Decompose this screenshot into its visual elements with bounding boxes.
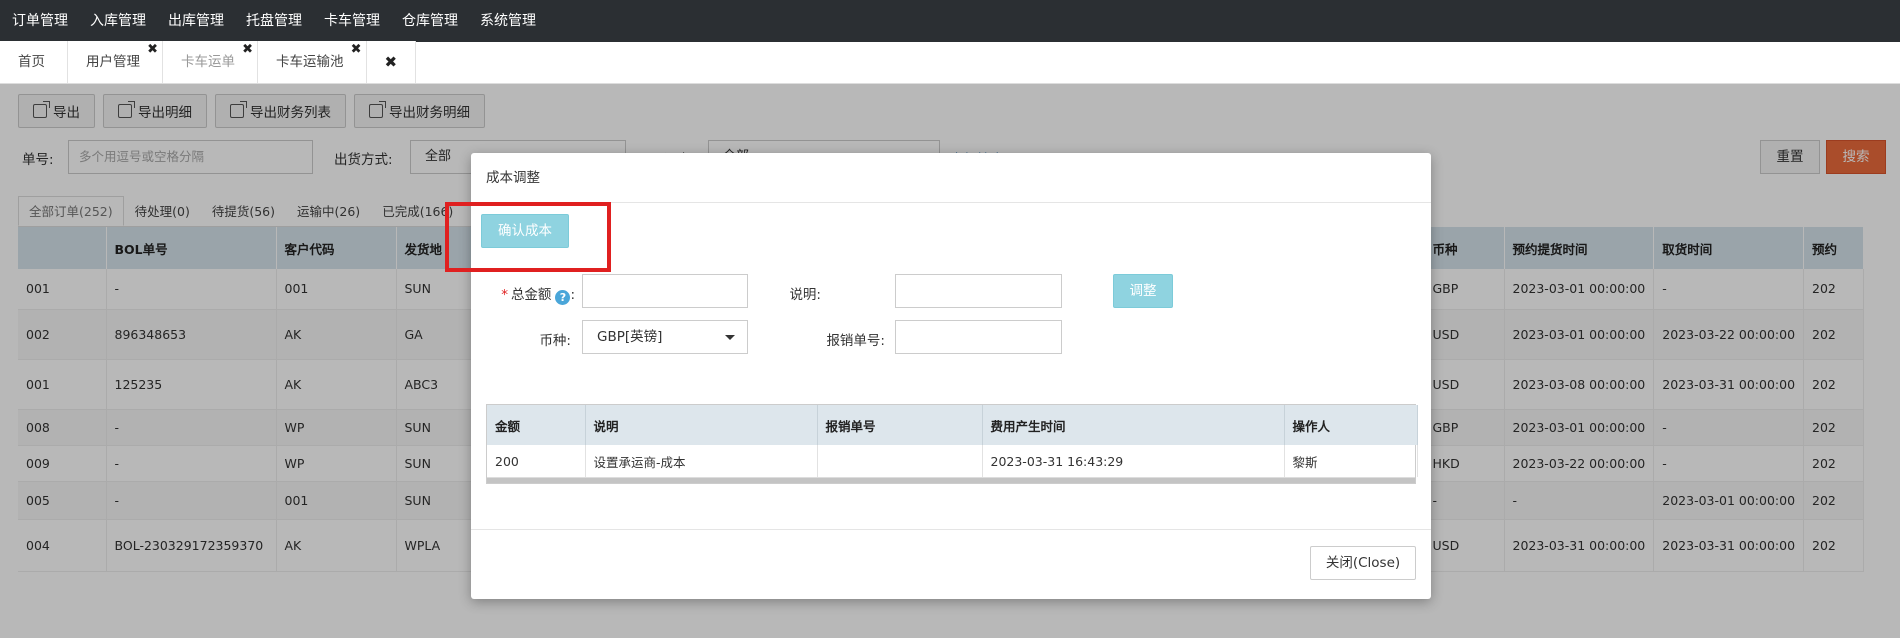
close-icon[interactable]: ✖ [147, 29, 158, 71]
tab-strip: 首页 用户管理 ✖ 卡车运单 ✖ 卡车运输池 ✖ ✖ [0, 41, 1900, 84]
column-header: 费用产生时间 [982, 405, 1285, 445]
dialog-title: 成本调整 [471, 153, 1431, 203]
column-header: 操作人 [1284, 405, 1418, 445]
tab-label: 用户管理 [86, 54, 140, 70]
description-label: 说明: [789, 287, 821, 303]
tab-item[interactable]: 卡车运单 ✖ [163, 41, 258, 83]
expense-no-input[interactable] [895, 320, 1062, 354]
table-cell [817, 445, 983, 477]
nav-item[interactable]: 出库管理 [160, 0, 238, 42]
nav-item[interactable]: 订单管理 [4, 0, 82, 42]
table-cell: 200 [487, 445, 586, 477]
close-all-tabs-icon[interactable]: ✖ [366, 41, 417, 83]
table-cell: 黎斯 [1284, 445, 1418, 477]
cost-adjust-dialog: 成本调整 确认成本 * 总金额?: 说明: 调整 币种: GBP[英镑] 报销单号… [445, 153, 1431, 599]
tab-label: 首页 [18, 54, 45, 70]
required-asterisk: * [501, 287, 508, 303]
currency-select[interactable]: GBP[英镑] [582, 320, 748, 354]
nav-item[interactable]: 仓库管理 [394, 0, 472, 42]
help-icon[interactable]: ? [555, 290, 571, 305]
column-header: 报销单号 [817, 405, 983, 445]
tab-item[interactable]: 首页 [0, 41, 68, 83]
total-amount-text: 总金额 [510, 287, 552, 303]
table-cell: 设置承运商-成本 [585, 445, 818, 477]
expense-no-label: 报销单号: [826, 333, 885, 349]
currency-value: GBP[英镑] [597, 329, 663, 345]
currency-label: 币种: [539, 333, 571, 349]
chevron-down-icon [725, 335, 735, 340]
confirm-cost-button[interactable]: 确认成本 [481, 214, 569, 248]
total-amount-label: * 总金额?: [501, 287, 575, 305]
column-header: 金额 [487, 405, 586, 445]
table-cell: 2023-03-31 16:43:29 [982, 445, 1285, 477]
table-row[interactable]: 200 设置承运商-成本 2023-03-31 16:43:29 黎斯 [487, 445, 1418, 477]
tab-label: 卡车运输池 [276, 54, 344, 70]
tab-item[interactable]: 卡车运输池 ✖ [258, 41, 367, 83]
close-button[interactable]: 关闭(Close) [1310, 546, 1416, 580]
dialog-footer: 关闭(Close) [471, 529, 1431, 599]
close-icon[interactable]: ✖ [351, 29, 362, 71]
adjust-button[interactable]: 调整 [1113, 274, 1173, 308]
close-icon[interactable]: ✖ [242, 29, 253, 71]
horizontal-scrollbar[interactable] [487, 477, 1415, 483]
column-header: 说明 [585, 405, 818, 445]
nav-item[interactable]: 系统管理 [472, 0, 550, 42]
top-nav: 订单管理 入库管理 出库管理 托盘管理 卡车管理 仓库管理 系统管理 [0, 0, 1900, 42]
tab-item[interactable]: 用户管理 ✖ [68, 41, 163, 83]
tab-label: 卡车运单 [181, 54, 235, 70]
total-amount-input[interactable] [582, 274, 748, 308]
description-input[interactable] [895, 274, 1062, 308]
cost-history-table: 金额 说明 报销单号 费用产生时间 操作人 200 设置承运商-成本 2023-03-31 … [486, 404, 1418, 484]
